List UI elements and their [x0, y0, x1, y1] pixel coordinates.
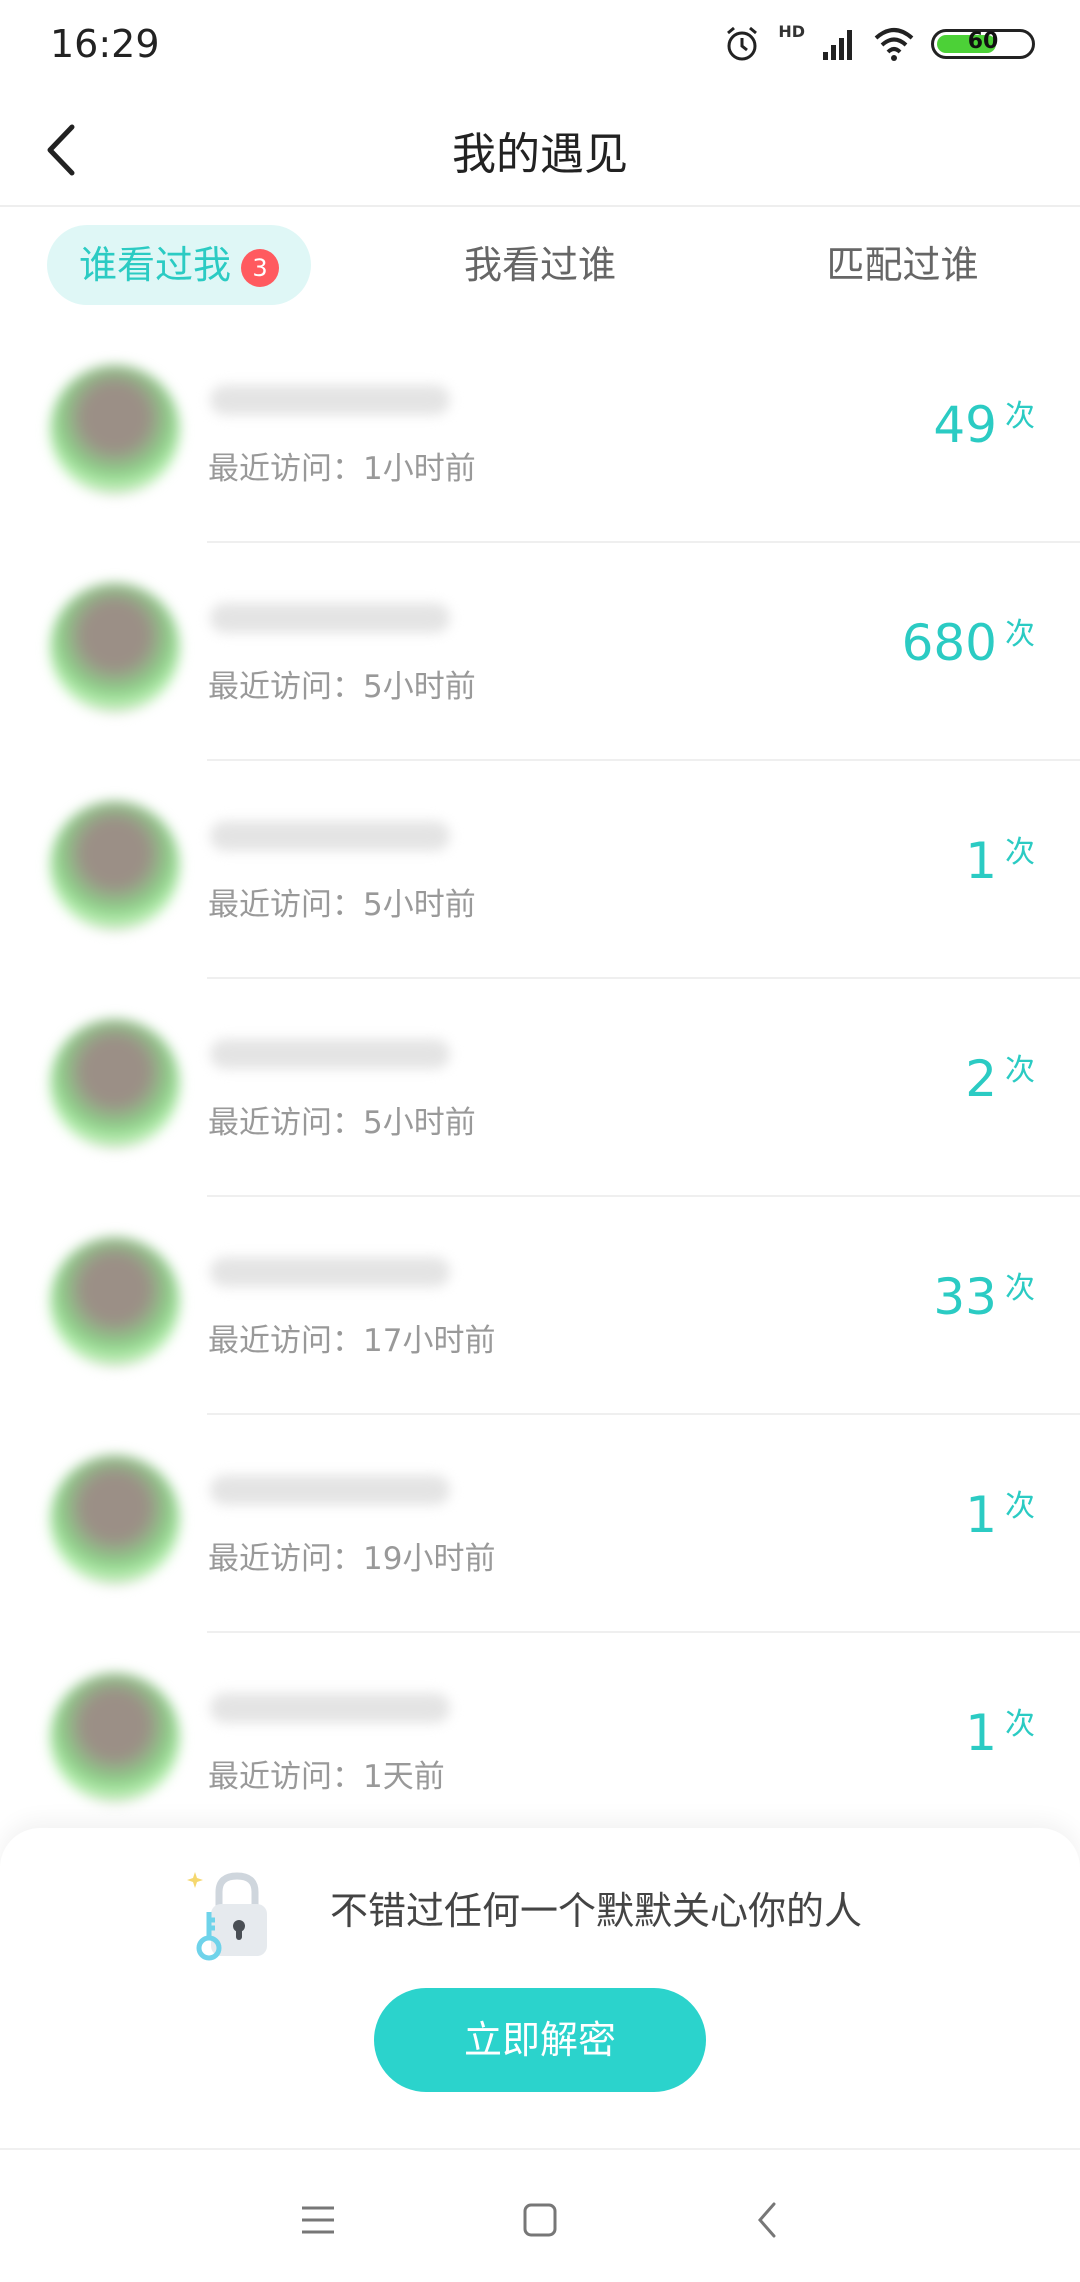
visit-count-number: 1 — [965, 832, 997, 890]
list-item[interactable]: 最近访问：5小时前 1 次 — [0, 761, 1080, 979]
tab-label: 谁看过我 — [78, 243, 231, 287]
last-visit-text: 最近访问：5小时前 — [208, 1105, 476, 1141]
status-time: 16:29 — [50, 22, 160, 66]
list-item[interactable]: 最近访问：1天前 1 次 — [0, 1633, 1080, 1851]
blurred-username — [210, 1693, 450, 1723]
blurred-username — [210, 1039, 450, 1069]
last-visit-text: 最近访问：17小时前 — [208, 1323, 496, 1359]
list-item[interactable]: 最近访问：19小时前 1 次 — [0, 1415, 1080, 1633]
battery-icon: 60 — [931, 29, 1035, 59]
unlock-button[interactable]: 立即解密 — [374, 1988, 706, 2092]
list-item[interactable]: 最近访问：1小时前 49 次 — [0, 325, 1080, 543]
lock-icon — [187, 1872, 267, 1961]
visit-count-unit: 次 — [1005, 835, 1035, 870]
avatar[interactable] — [50, 1673, 180, 1803]
avatar[interactable] — [50, 1455, 180, 1585]
last-visit-text: 最近访问：19小时前 — [208, 1541, 496, 1577]
wifi-icon — [874, 28, 914, 61]
last-visit-text: 最近访问：1小时前 — [208, 451, 476, 487]
last-visit-text: 最近访问：1天前 — [208, 1759, 445, 1795]
signal-icon — [823, 30, 852, 60]
list-item[interactable]: 最近访问：5小时前 680 次 — [0, 543, 1080, 761]
tab-bar: 谁看过我 3 我看过谁 匹配过谁 — [0, 225, 1080, 305]
last-visit-text: 最近访问：5小时前 — [208, 887, 476, 923]
tab-who-i-viewed[interactable]: 我看过谁 — [410, 225, 670, 305]
avatar[interactable] — [50, 1237, 180, 1367]
visit-count-number: 49 — [933, 396, 997, 454]
visit-count-number: 2 — [965, 1050, 997, 1108]
visit-count-number: 1 — [965, 1486, 997, 1544]
status-bar: 16:29 HD 60 — [0, 0, 1080, 90]
home-icon[interactable] — [510, 2190, 570, 2250]
blurred-username — [210, 1257, 450, 1287]
alarm-icon — [727, 26, 758, 61]
list-item[interactable]: 最近访问：17小时前 33 次 — [0, 1197, 1080, 1415]
menu-icon[interactable] — [288, 2190, 348, 2250]
blurred-username — [210, 603, 450, 633]
unlock-message: 不错过任何一个默默关心你的人 — [330, 1889, 863, 1933]
visit-count-unit: 次 — [1005, 617, 1035, 652]
network-type-icon: HD — [778, 22, 805, 41]
visit-count: 1 次 — [965, 833, 1035, 889]
visit-count: 2 次 — [965, 1051, 1035, 1107]
visit-count-number: 680 — [901, 614, 997, 672]
avatar[interactable] — [50, 801, 180, 931]
tab-who-viewed-me[interactable]: 谁看过我 3 — [47, 225, 311, 305]
visit-count-unit: 次 — [1005, 399, 1035, 434]
blurred-username — [210, 821, 450, 851]
visit-count: 1 次 — [965, 1487, 1035, 1543]
visit-count: 49 次 — [933, 397, 1035, 453]
visitor-list: 最近访问：1小时前 49 次 最近访问：5小时前 680 次 最近访问：5小时前… — [0, 325, 1080, 1851]
visit-count-number: 33 — [933, 1268, 997, 1326]
visit-count-unit: 次 — [1005, 1271, 1035, 1306]
last-visit-text: 最近访问：5小时前 — [208, 669, 476, 705]
back-nav-icon[interactable] — [738, 2190, 798, 2250]
visit-count-unit: 次 — [1005, 1489, 1035, 1524]
visit-count-unit: 次 — [1005, 1053, 1035, 1088]
page-title: 我的遇见 — [452, 129, 628, 180]
battery-level: 60 — [967, 29, 999, 54]
notification-badge: 3 — [241, 248, 279, 287]
list-item[interactable]: 最近访问：5小时前 2 次 — [0, 979, 1080, 1197]
visit-count: 1 次 — [965, 1705, 1035, 1761]
status-icons: HD 60 — [722, 22, 1035, 66]
tab-matched[interactable]: 匹配过谁 — [770, 225, 1035, 305]
visit-count: 33 次 — [933, 1269, 1035, 1325]
blurred-username — [210, 1475, 450, 1505]
unlock-card: 不错过任何一个默默关心你的人 立即解密 — [0, 1828, 1080, 2148]
avatar[interactable] — [50, 365, 180, 495]
system-nav-bar — [0, 2148, 1080, 2282]
avatar[interactable] — [50, 583, 180, 713]
visit-count-number: 1 — [965, 1704, 997, 1762]
blurred-username — [210, 385, 450, 415]
avatar[interactable] — [50, 1019, 180, 1149]
header: 我的遇见 — [0, 90, 1080, 207]
visit-count-unit: 次 — [1005, 1707, 1035, 1742]
visit-count: 680 次 — [902, 615, 1035, 671]
